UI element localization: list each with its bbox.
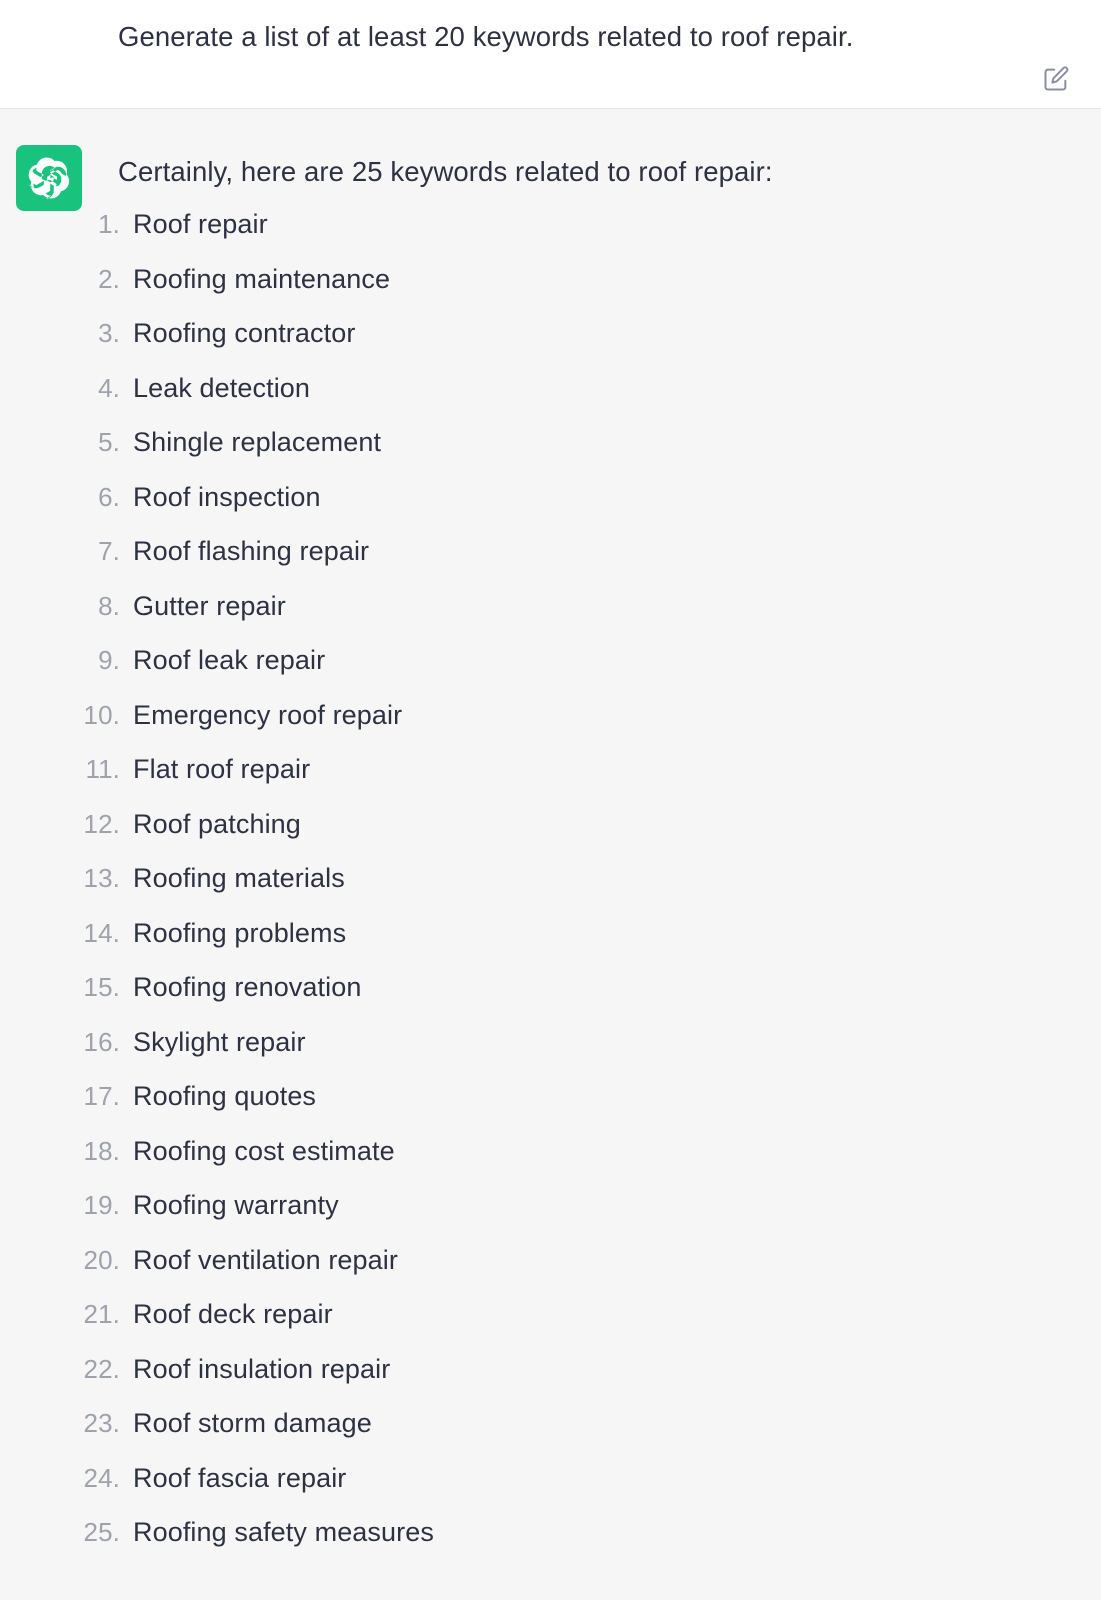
list-item-label: Flat roof repair: [133, 754, 311, 784]
list-item: 18. Roofing cost estimate: [0, 1136, 1101, 1191]
list-item: 1. Roof repair: [0, 209, 1101, 264]
list-item: 5. Shingle replacement: [0, 427, 1101, 482]
list-item-label: Roofing warranty: [133, 1190, 339, 1220]
list-item: 20. Roof ventilation repair: [0, 1245, 1101, 1300]
list-item-label: Emergency roof repair: [133, 699, 403, 730]
edit-prompt-button[interactable]: [1040, 63, 1072, 95]
list-item-label: Roof storm damage: [133, 1408, 372, 1438]
list-item-label: Roofing safety measures: [133, 1517, 434, 1547]
list-item-label: Roof repair: [133, 209, 268, 239]
list-item: 4. Leak detection: [0, 373, 1101, 428]
assistant-avatar: [16, 145, 82, 211]
list-item: 25. Roofing safety measures: [0, 1517, 1101, 1572]
prompt-section: Generate a list of at least 20 keywords …: [0, 0, 1101, 109]
list-item: 14. Roofing problems: [0, 918, 1101, 973]
openai-logo-icon: [28, 157, 70, 199]
list-item-label: Roofing problems: [133, 917, 347, 948]
list-item-number: 23.: [83, 1408, 120, 1438]
list-item-number: 12.: [83, 808, 120, 839]
list-item: 21. Roof deck repair: [0, 1299, 1101, 1354]
list-item-number: 16.: [83, 1026, 120, 1057]
list-item: 23. Roof storm damage: [0, 1408, 1101, 1463]
list-item: 9. Roof leak repair: [0, 645, 1101, 700]
list-item-label: Roof deck repair: [133, 1299, 333, 1329]
list-item-number: 9.: [98, 645, 120, 675]
list-item-label: Skylight repair: [133, 1026, 306, 1057]
list-item: 2. Roofing maintenance: [0, 264, 1101, 319]
list-item-number: 22.: [83, 1353, 120, 1384]
list-item: 12. Roof patching: [0, 809, 1101, 864]
list-item-label: Roofing contractor: [133, 318, 356, 348]
list-item-number: 18.: [83, 1135, 120, 1166]
answer-section: Certainly, here are 25 keywords related …: [0, 109, 1101, 1600]
list-item: 3. Roofing contractor: [0, 318, 1101, 373]
list-item: 13. Roofing materials: [0, 863, 1101, 918]
list-item-number: 3.: [98, 318, 120, 348]
list-item-number: 5.: [98, 427, 120, 457]
keyword-list: 1. Roof repair 2. Roofing maintenance 3. Roof…: [0, 209, 1101, 1572]
list-item-label: Roof ventilation repair: [133, 1244, 398, 1275]
list-item-number: 14.: [83, 917, 120, 948]
list-item-label: Roofing quotes: [133, 1081, 317, 1111]
list-item-label: Gutter repair: [133, 590, 286, 621]
list-item-label: Roof patching: [133, 808, 301, 839]
list-item-number: 4.: [98, 372, 120, 403]
list-item-label: Roof fascia repair: [133, 1462, 347, 1493]
list-item-number: 24.: [83, 1462, 120, 1493]
list-item-label: Roof leak repair: [133, 645, 326, 675]
list-item: 16. Skylight repair: [0, 1027, 1101, 1082]
list-item: 11. Flat roof repair: [0, 754, 1101, 809]
list-item-label: Shingle replacement: [133, 427, 382, 457]
list-item: 6. Roof inspection: [0, 482, 1101, 537]
edit-pencil-square-icon: [1042, 65, 1070, 93]
list-item-number: 15.: [83, 972, 120, 1002]
list-item-label: Roofing renovation: [133, 972, 362, 1002]
list-item-label: Leak detection: [133, 372, 311, 403]
list-item-label: Roofing materials: [133, 863, 345, 893]
list-item-label: Roof flashing repair: [133, 536, 370, 566]
list-item-label: Roofing cost estimate: [133, 1135, 395, 1166]
list-item: 17. Roofing quotes: [0, 1081, 1101, 1136]
list-item-label: Roofing maintenance: [133, 263, 391, 294]
list-item: 7. Roof flashing repair: [0, 536, 1101, 591]
list-item-label: Roof insulation repair: [133, 1353, 391, 1384]
prompt-text: Generate a list of at least 20 keywords …: [118, 21, 854, 52]
list-item-number: 10.: [83, 699, 120, 730]
list-item: 19. Roofing warranty: [0, 1190, 1101, 1245]
list-item-number: 2.: [98, 263, 120, 294]
list-item-number: 19.: [83, 1190, 120, 1220]
list-item: 24. Roof fascia repair: [0, 1463, 1101, 1518]
list-item-number: 7.: [98, 536, 120, 566]
list-item-number: 25.: [83, 1517, 120, 1547]
answer-intro-text: Certainly, here are 25 keywords related …: [118, 156, 773, 187]
list-item-number: 21.: [83, 1299, 120, 1329]
list-item-label: Roof inspection: [133, 481, 321, 512]
list-item-number: 13.: [83, 863, 120, 893]
list-item: 10. Emergency roof repair: [0, 700, 1101, 755]
list-item-number: 11.: [85, 754, 120, 784]
list-item: 8. Gutter repair: [0, 591, 1101, 646]
list-item-number: 6.: [98, 481, 120, 512]
list-item-number: 8.: [98, 590, 120, 621]
list-item: 15. Roofing renovation: [0, 972, 1101, 1027]
list-item-number: 17.: [83, 1081, 120, 1111]
list-item-number: 1.: [98, 209, 120, 239]
list-item: 22. Roof insulation repair: [0, 1354, 1101, 1409]
list-item-number: 20.: [83, 1244, 120, 1275]
